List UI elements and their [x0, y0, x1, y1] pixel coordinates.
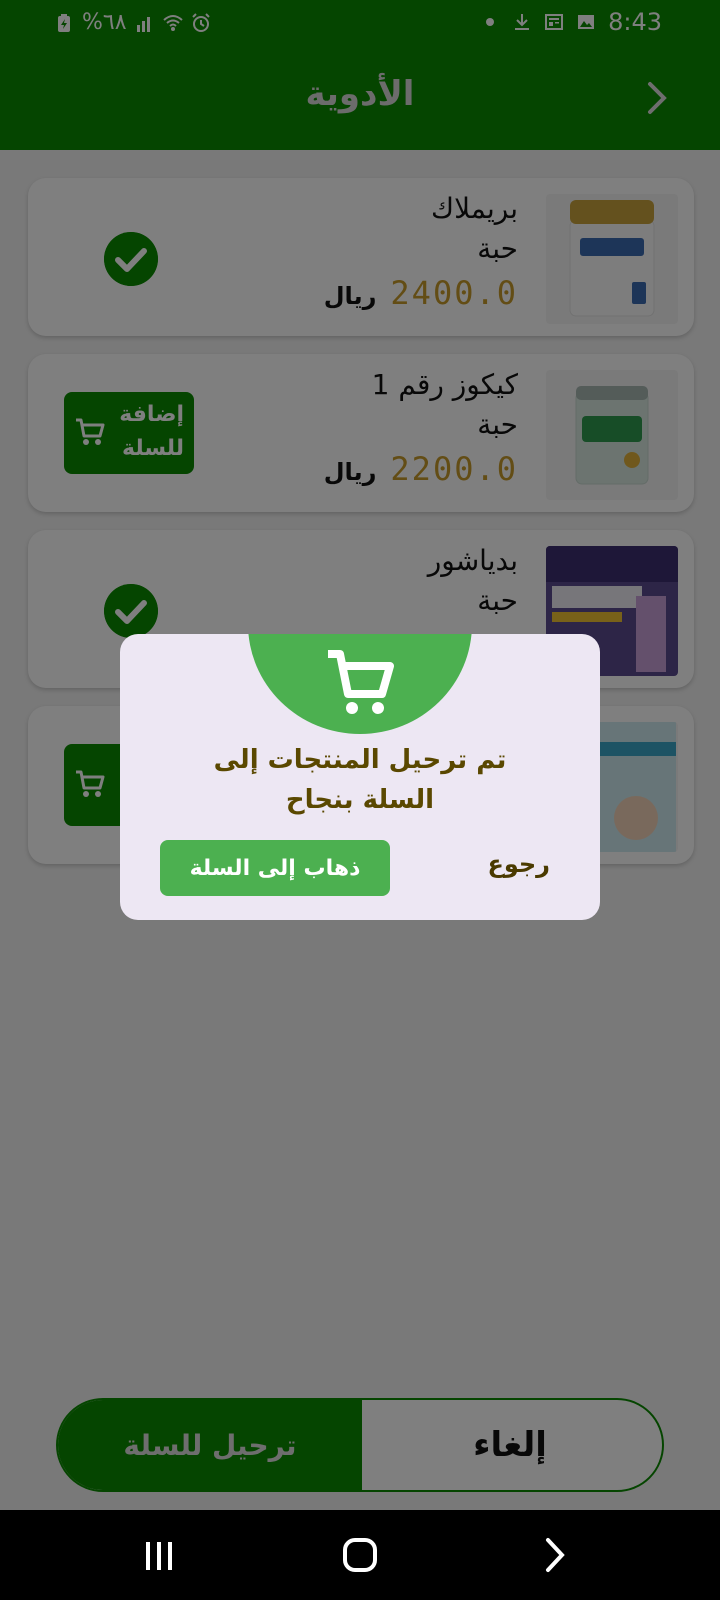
system-nav-bar [0, 1510, 720, 1600]
cart-icon [328, 650, 394, 714]
home-icon[interactable] [335, 1530, 385, 1580]
dialog-message: تم ترحيل المنتجات إلى السلة بنجاح [213, 745, 507, 815]
back-button[interactable]: رجوع [487, 850, 550, 878]
recent-apps-icon[interactable] [134, 1530, 184, 1580]
go-to-cart-button[interactable]: ذهاب إلى السلة [160, 840, 390, 896]
success-dialog: تم ترحيل المنتجات إلى السلة بنجاح ذهاب إ… [120, 634, 600, 920]
back-icon[interactable] [530, 1530, 580, 1580]
